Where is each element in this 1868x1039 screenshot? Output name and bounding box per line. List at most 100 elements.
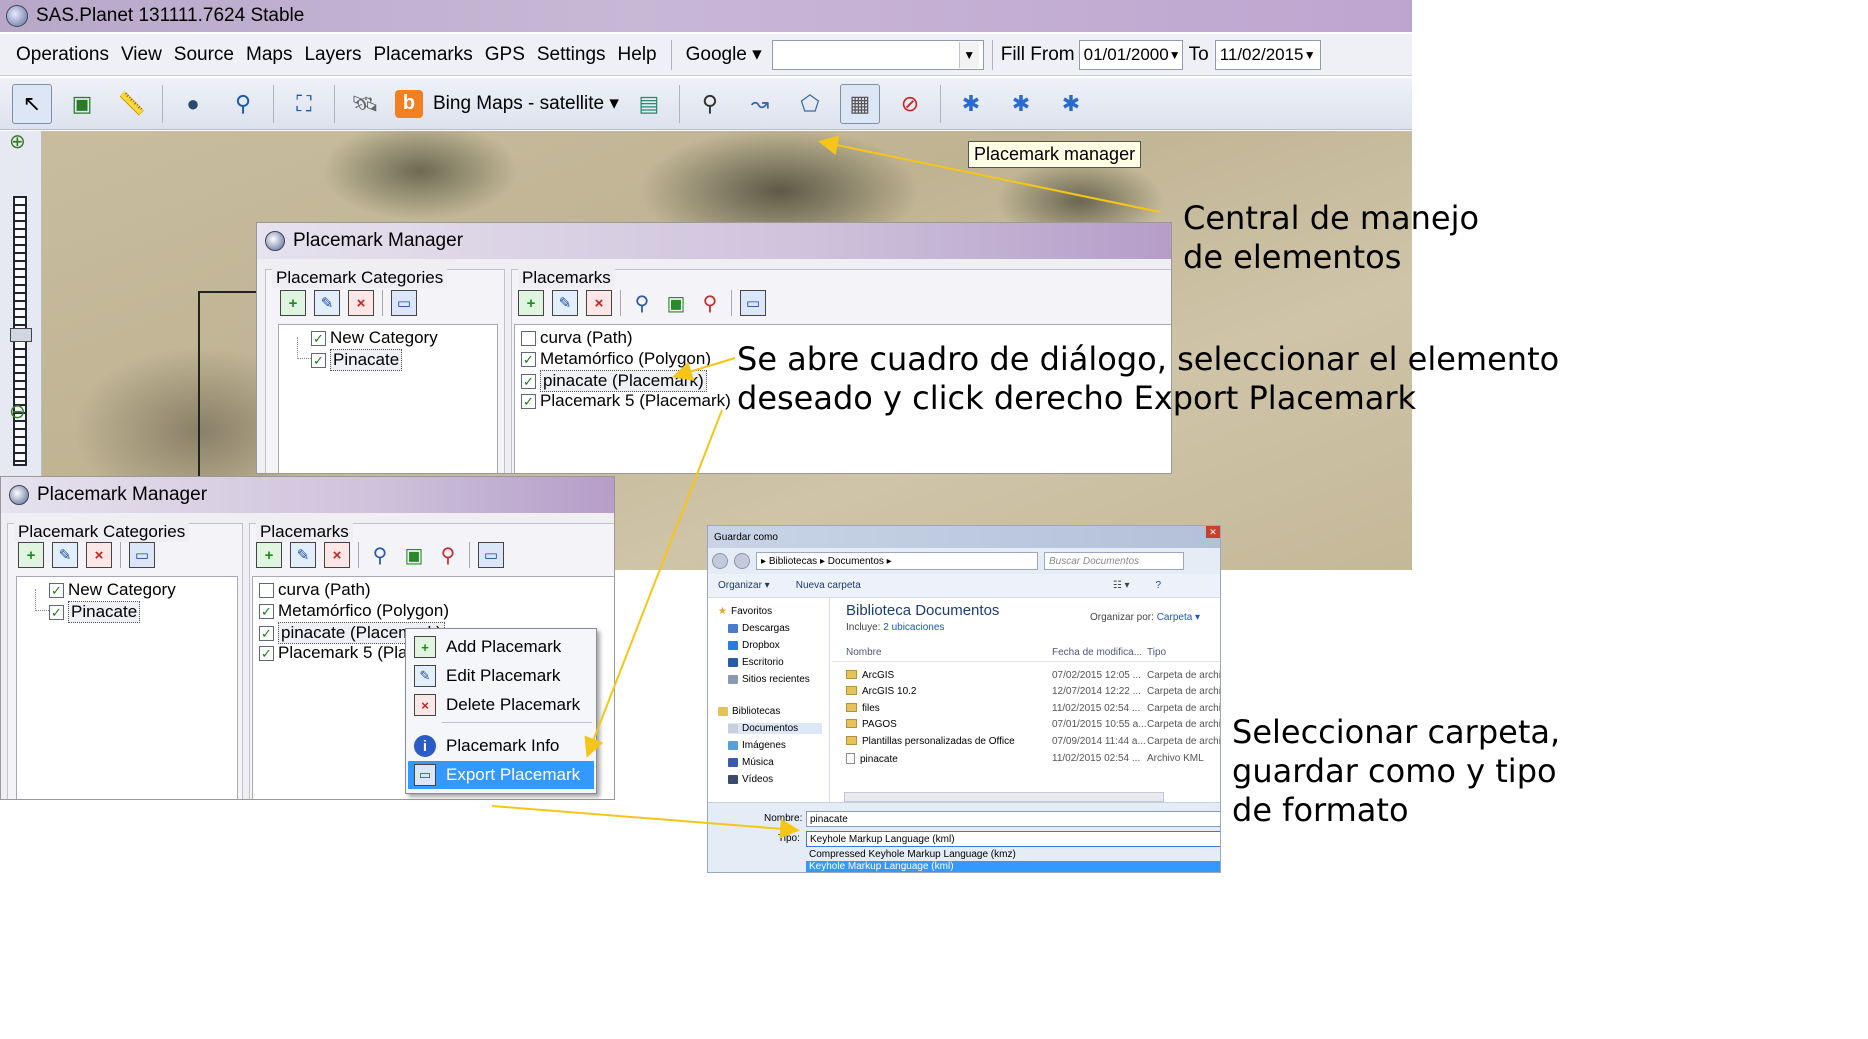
menu-item-delete-placemark[interactable]: × Delete Placemark xyxy=(408,691,594,719)
nav-item[interactable]: Imágenes xyxy=(728,740,786,751)
tree-item[interactable]: ✓ Pinacate xyxy=(311,349,403,371)
menu-operations[interactable]: Operations xyxy=(10,44,115,66)
list-item[interactable]: curva (Path) xyxy=(259,580,371,600)
tree-item[interactable]: ✓ New Category xyxy=(311,328,438,348)
menu-item-edit-placemark[interactable]: ✎ Edit Placemark xyxy=(408,662,594,690)
edit-category-icon[interactable]: ✎ xyxy=(314,290,340,316)
nav-favorites[interactable]: ★ Favoritos xyxy=(718,606,772,617)
checkbox[interactable]: ✓ xyxy=(521,351,536,367)
globe-icon[interactable]: ● xyxy=(173,84,213,124)
fullscreen-icon[interactable]: ⛶ xyxy=(284,84,324,124)
add-placemark-icon[interactable]: + xyxy=(256,542,282,568)
checkbox[interactable]: ✓ xyxy=(49,582,64,598)
search-icon[interactable]: ⚲ xyxy=(367,542,393,568)
map-source-dropdown[interactable]: Bing Maps - satellite ▾ xyxy=(433,92,619,115)
checkbox[interactable] xyxy=(259,582,274,598)
delete-placemark-icon[interactable]: × xyxy=(586,290,612,316)
nav-item[interactable]: Escritorio xyxy=(728,657,784,668)
gps-settings-icon[interactable]: ✱ xyxy=(1051,84,1091,124)
breadcrumb-item[interactable]: Documentos xyxy=(828,556,884,567)
delete-placemark-icon[interactable]: × xyxy=(324,542,350,568)
list-item[interactable]: ✓ pinacate (Placemark) xyxy=(521,370,707,392)
delete-category-icon[interactable]: × xyxy=(86,542,112,568)
menu-maps[interactable]: Maps xyxy=(240,44,298,66)
back-icon[interactable] xyxy=(712,553,728,569)
close-icon[interactable]: ✕ xyxy=(1206,526,1220,538)
search-source-dropdown[interactable]: Google ▾ xyxy=(680,43,768,66)
zoom-thumb[interactable] xyxy=(10,328,32,342)
list-item[interactable]: curva (Path) xyxy=(521,328,633,348)
checkbox[interactable]: ✓ xyxy=(521,393,536,409)
file-type-select[interactable]: Keyhole Markup Language (kml) xyxy=(806,831,1220,847)
chevron-down-icon[interactable]: ▼ xyxy=(1304,48,1316,62)
fill-from-date[interactable]: 01/01/2000 ▼ xyxy=(1078,39,1183,70)
file-type-option[interactable]: Keyhole Markup Language (kml) xyxy=(806,861,1220,872)
menu-item-export-placemark[interactable]: ▭ Export Placemark xyxy=(408,761,594,789)
nav-item[interactable]: Sitios recientes xyxy=(728,674,810,685)
checkbox[interactable]: ✓ xyxy=(311,330,326,346)
menu-layers[interactable]: Layers xyxy=(298,44,367,66)
file-type-option[interactable]: Compressed Keyhole Markup Language (kmz) xyxy=(806,849,1220,861)
column-header-date[interactable]: Fecha de modifica... xyxy=(1052,647,1142,658)
menu-settings[interactable]: Settings xyxy=(531,44,612,66)
menu-source[interactable]: Source xyxy=(168,44,240,66)
save-icon[interactable]: ▭ xyxy=(129,542,155,568)
menu-item-placemark-info[interactable]: i Placemark Info xyxy=(408,732,594,760)
search-icon[interactable]: ⚲ xyxy=(629,290,655,316)
edit-placemark-icon[interactable]: ✎ xyxy=(552,290,578,316)
includes-link[interactable]: 2 ubicaciones xyxy=(883,622,944,633)
delete-category-icon[interactable]: × xyxy=(348,290,374,316)
placemark-manager-icon[interactable]: ▦ xyxy=(839,83,880,124)
organize-button[interactable]: Organizar ▾ xyxy=(718,580,770,591)
checkbox[interactable]: ✓ xyxy=(521,373,536,389)
file-row[interactable]: pinacate 11/02/2015 02:54 ... Archivo KM… xyxy=(846,751,1220,767)
edit-category-icon[interactable]: ✎ xyxy=(52,542,78,568)
add-category-icon[interactable]: + xyxy=(18,542,44,568)
list-item[interactable]: ✓ Placemark 5 (Placemark) xyxy=(521,391,731,411)
edit-placemark-icon[interactable]: ✎ xyxy=(290,542,316,568)
nav-item[interactable]: Vídeos xyxy=(728,774,773,785)
search-icon[interactable]: ⚲ xyxy=(223,84,263,124)
menu-view[interactable]: View xyxy=(115,44,168,66)
nav-item[interactable]: Dropbox xyxy=(728,640,780,651)
checkbox[interactable]: ✓ xyxy=(259,645,274,661)
nav-item[interactable]: Música xyxy=(728,757,774,768)
zoom-out-icon[interactable]: ⊖ xyxy=(9,399,35,425)
forward-icon[interactable] xyxy=(734,553,750,569)
categories-tree[interactable]: ✓ New Category ✓ Pinacate xyxy=(278,324,498,473)
file-row[interactable]: files 11/02/2015 02:54 ... Carpeta de ar… xyxy=(846,701,1220,717)
checkbox[interactable]: ✓ xyxy=(259,603,274,619)
polygon-tool-icon[interactable]: ⬠ xyxy=(790,84,830,124)
arrange-dropdown[interactable]: Carpeta ▾ xyxy=(1157,612,1200,623)
hide-placemarks-icon[interactable]: ⊘ xyxy=(890,84,930,124)
menu-placemarks[interactable]: Placemarks xyxy=(368,44,479,66)
column-header-name[interactable]: Nombre xyxy=(846,647,882,658)
select-area-icon[interactable]: ▣ xyxy=(401,542,427,568)
zoom-in-icon[interactable]: ⊕ xyxy=(9,129,35,155)
placemark-pin-icon[interactable]: ⚲ xyxy=(690,84,730,124)
list-item[interactable]: ✓ Metamórfico (Polygon) xyxy=(259,601,449,621)
save-icon[interactable]: ▭ xyxy=(478,542,504,568)
fill-to-date[interactable]: 11/02/2015 ▼ xyxy=(1214,39,1321,70)
list-item[interactable]: ✓ Metamórfico (Polygon) xyxy=(521,349,711,369)
file-row[interactable]: ArcGIS 07/02/2015 12:05 ... Carpeta de a… xyxy=(846,668,1220,684)
new-folder-button[interactable]: Nueva carpeta xyxy=(796,580,861,591)
gps-connect-icon[interactable]: ✱ xyxy=(1001,84,1041,124)
select-area-icon[interactable]: ▣ xyxy=(62,84,102,124)
placemark-pin-icon[interactable]: ⚲ xyxy=(697,290,723,316)
checkbox[interactable]: ✓ xyxy=(259,625,274,641)
search-input[interactable]: ▼ xyxy=(771,39,984,70)
ruler-icon[interactable]: 📏 xyxy=(112,84,152,124)
add-placemark-icon[interactable]: + xyxy=(518,290,544,316)
search-input[interactable]: Buscar Documentos xyxy=(1044,552,1184,570)
select-area-icon[interactable]: ▣ xyxy=(663,290,689,316)
gps-track-icon[interactable]: ✱ xyxy=(951,84,991,124)
menu-gps[interactable]: GPS xyxy=(479,44,531,66)
save-icon[interactable]: ▭ xyxy=(391,290,417,316)
help-icon[interactable]: ? xyxy=(1156,580,1162,591)
chevron-down-icon[interactable]: ▼ xyxy=(1169,48,1181,62)
nav-item[interactable]: Documentos xyxy=(728,723,822,734)
satellite-icon[interactable]: 🛰 xyxy=(345,84,385,124)
breadcrumb-item[interactable]: Bibliotecas xyxy=(769,556,817,567)
layers-icon[interactable]: ▤ xyxy=(629,84,669,124)
